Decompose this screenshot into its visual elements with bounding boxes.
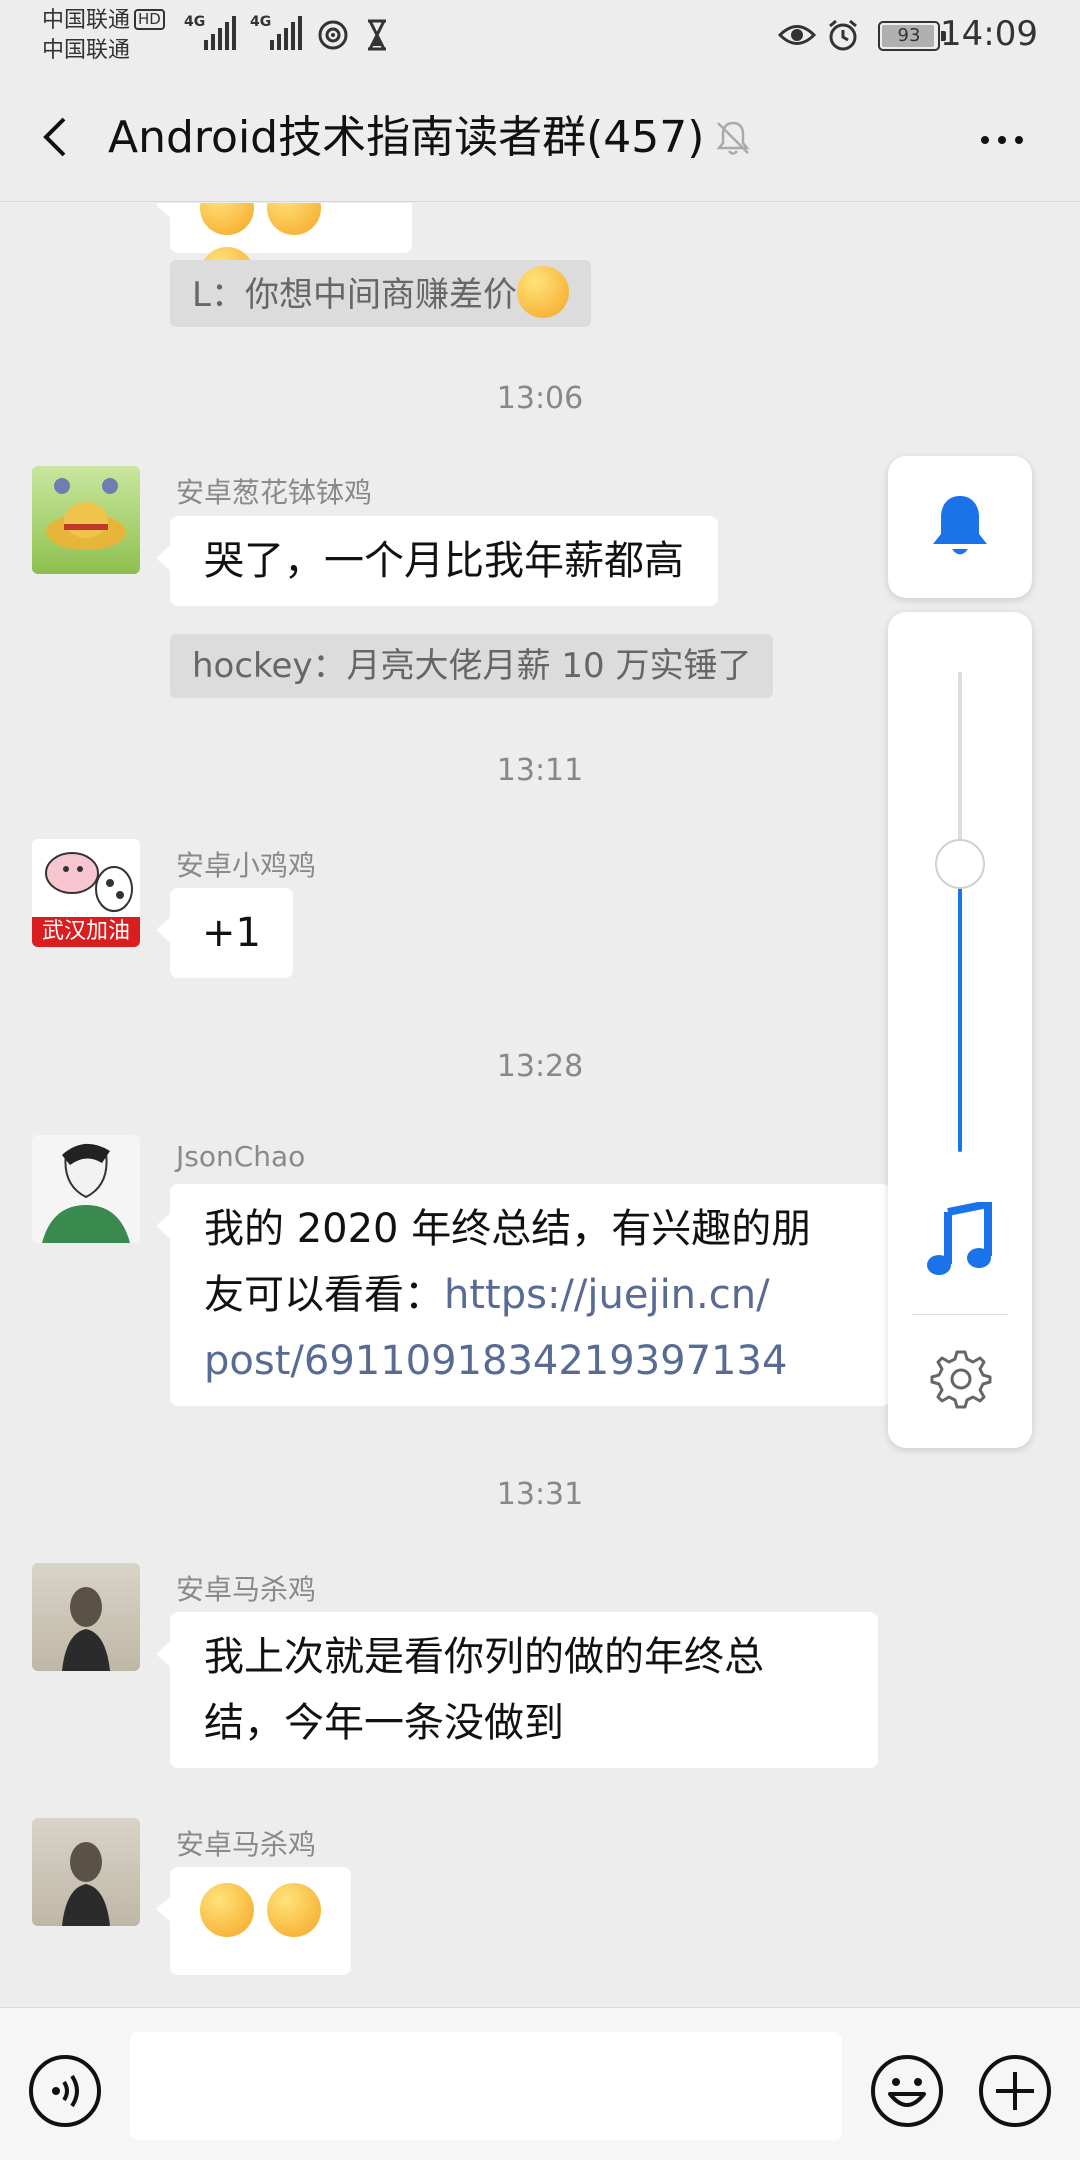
mute-notification-icon — [716, 121, 750, 155]
avatar[interactable] — [32, 466, 140, 574]
avatar[interactable] — [32, 1818, 140, 1926]
volume-slider-handle[interactable] — [935, 839, 985, 889]
message-link[interactable]: https://juejin.cn/ — [444, 1272, 770, 1318]
straw-hat-icon — [46, 478, 126, 550]
facepalm-emoji-icon — [200, 1883, 254, 1937]
eye-icon — [778, 25, 816, 45]
quoted-message[interactable]: hockey：月亮大佬月薪 10 万实锤了 — [170, 634, 774, 698]
signal-icon: 4G — [184, 14, 236, 50]
back-button[interactable] — [30, 109, 86, 165]
smirk-emoji-icon — [516, 266, 569, 318]
carrier-2: 中国联通 — [42, 38, 131, 63]
timestamp: 13:31 — [496, 1477, 584, 1512]
dark-figure-icon — [62, 1842, 110, 1926]
dark-figure-icon — [62, 1587, 110, 1671]
sender-name: 安卓马杀鸡 — [176, 1573, 317, 1606]
volume-panel — [888, 612, 1032, 1448]
avatar[interactable] — [32, 1135, 140, 1243]
gear-icon[interactable] — [928, 1346, 992, 1410]
volume-slider-track[interactable] — [958, 672, 962, 1152]
emoji-message-bubble[interactable] — [156, 1867, 351, 1975]
message-bubble[interactable]: 我上次就是看你列的做的年终总 结，今年一条没做到 — [156, 1612, 878, 1768]
laugh-cry-emoji-icon — [266, 203, 321, 235]
signal-indicators: 4G 4G — [184, 14, 302, 50]
clock: 14:09 — [940, 14, 1038, 54]
laugh-cry-emoji-icon — [200, 203, 254, 235]
message-link[interactable]: post/6911091834219397134 — [204, 1328, 856, 1394]
hotspot-icon — [318, 20, 348, 50]
bell-icon — [933, 496, 987, 555]
emoji-button[interactable] — [870, 2054, 944, 2128]
sender-name: 安卓马杀鸡 — [176, 1828, 317, 1861]
more-functions-button[interactable] — [978, 2054, 1052, 2128]
avatar[interactable]: 武汉加油 — [32, 839, 140, 947]
more-options-button[interactable] — [972, 112, 1032, 168]
sender-name: 安卓葱花钵钵鸡 — [176, 476, 373, 509]
page-title: Android技术指南读者群(457) — [108, 112, 705, 163]
yawn-emoji-icon — [266, 1883, 321, 1937]
message-input[interactable] — [130, 2032, 842, 2140]
ringer-mode-button[interactable] — [888, 456, 1032, 598]
battery-indicator: 93 — [878, 21, 946, 51]
hd-badge: HD — [134, 9, 165, 30]
alarm-icon — [829, 19, 857, 51]
message-bubble[interactable]: 哭了，一个月比我年薪都高 — [156, 516, 718, 606]
volume-slider-fill — [958, 864, 962, 1152]
carrier-1: 中国联通 — [42, 8, 131, 33]
sender-name: JsonChao — [176, 1140, 306, 1173]
quoted-message[interactable]: L：你想中间商赚差价 — [170, 260, 591, 327]
signal-icon: 4G — [250, 14, 302, 50]
input-bar — [0, 2007, 1080, 2160]
timestamp: 13:06 — [496, 381, 584, 416]
hourglass-icon — [368, 19, 386, 51]
music-note-icon[interactable] — [926, 1202, 994, 1278]
voice-input-button[interactable] — [28, 2054, 102, 2128]
status-bar: 中国联通 HD 中国联通 4G 4G 93 14:09 — [0, 0, 1080, 72]
emoji-message-bubble[interactable] — [156, 203, 412, 301]
carrier-info: 中国联通 HD 中国联通 — [42, 6, 165, 66]
sender-name: 安卓小鸡鸡 — [176, 849, 317, 882]
divider — [912, 1314, 1008, 1315]
avatar[interactable] — [32, 1563, 140, 1671]
avatar-caption: 武汉加油 — [32, 917, 140, 947]
chat-header: Android技术指南读者群(457) — [0, 72, 1080, 202]
message-bubble[interactable]: 我的 2020 年终总结，有兴趣的朋 友可以看看：https://juejin.… — [156, 1184, 890, 1406]
message-bubble[interactable]: +1 — [156, 888, 293, 978]
sketch-portrait-icon — [42, 1143, 130, 1243]
